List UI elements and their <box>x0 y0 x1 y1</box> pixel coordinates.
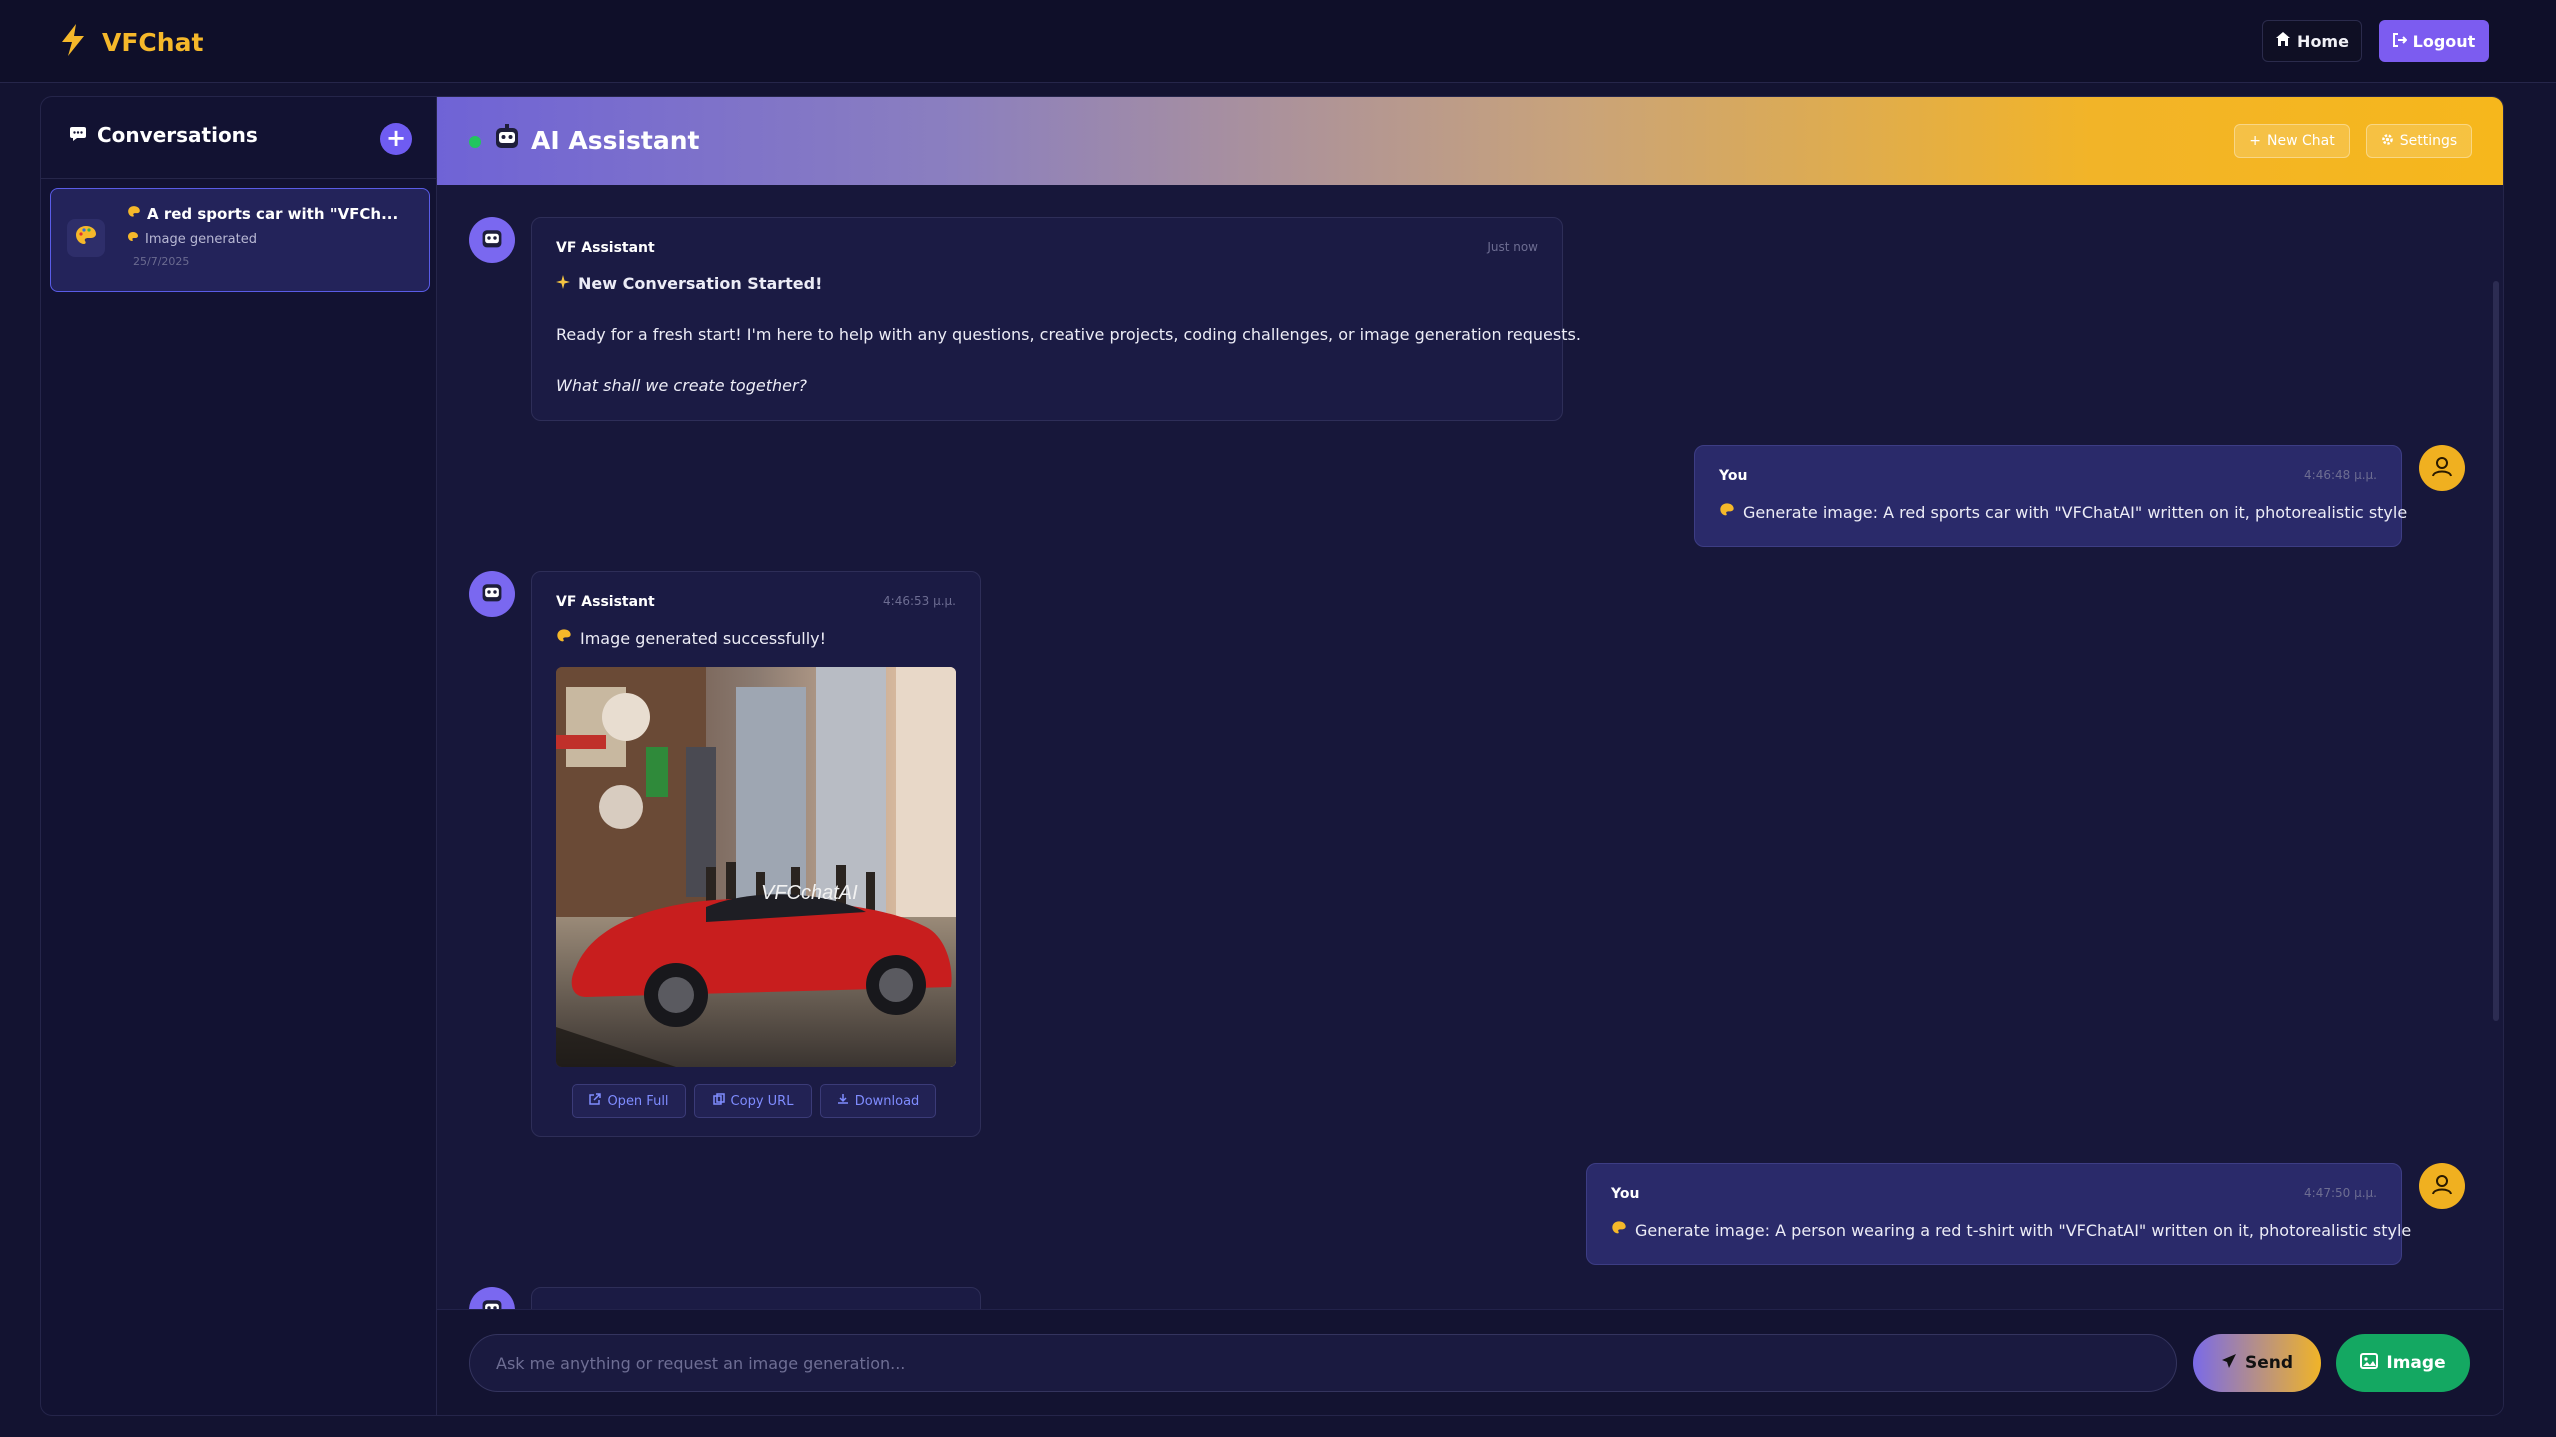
conversation-item[interactable]: A red sports car with "VFCh... Image gen… <box>50 188 430 292</box>
sidebar-header: Conversations + <box>41 97 436 179</box>
robot-icon <box>480 580 504 608</box>
user-icon <box>2430 454 2454 482</box>
logout-icon <box>2392 32 2408 51</box>
message-text-content: Generate image: A red sports car with "V… <box>1743 502 2408 522</box>
message-text-content: Image generated successfully! <box>580 628 827 648</box>
chat-input[interactable] <box>469 1334 2177 1392</box>
sidebar-title-label: Conversations <box>97 123 258 147</box>
message-text-content: Generate image: A person wearing a red t… <box>1635 1220 2412 1240</box>
home-icon <box>2275 31 2291 51</box>
download-icon <box>837 1093 849 1109</box>
assistant-avatar <box>469 1287 515 1309</box>
copy-icon <box>712 1093 725 1109</box>
conversation-date: 25/7/2025 <box>133 255 190 268</box>
chat-bubble-icon <box>69 123 87 147</box>
external-link-icon <box>589 1093 602 1109</box>
home-button[interactable]: Home <box>2262 20 2362 62</box>
settings-button[interactable]: Settings <box>2366 124 2472 158</box>
download-label: Download <box>854 1093 920 1109</box>
user-message: You 4:46:48 μ.μ. Generate image: A red s… <box>1694 445 2407 547</box>
generated-image[interactable]: VFCchatAI <box>556 667 956 1067</box>
image-icon <box>2360 1352 2379 1374</box>
lightning-icon <box>58 22 88 62</box>
online-status-indicator <box>469 136 481 148</box>
logout-button[interactable]: Logout <box>2379 20 2489 62</box>
assistant-avatar <box>469 217 515 263</box>
car-decal-text: VFCchatAI <box>761 882 858 904</box>
user-message: You 4:47:50 μ.μ. Generate image: A perso… <box>1586 1163 2411 1265</box>
home-label: Home <box>2297 31 2349 51</box>
brand[interactable]: VFChat <box>58 22 203 62</box>
message-sender: VF Assistant <box>556 594 655 610</box>
gear-icon <box>2381 133 2394 150</box>
message-sender: VF Assistant <box>556 240 655 256</box>
copy-url-button[interactable]: Copy URL <box>694 1084 812 1118</box>
message-list[interactable]: VF Assistant Just now New Conversation S… <box>437 185 2503 1309</box>
message-sender: You <box>1719 468 1748 484</box>
add-conversation-button[interactable]: + <box>380 123 412 155</box>
brand-name: VFChat <box>102 27 204 57</box>
image-button[interactable]: Image <box>2336 1334 2470 1392</box>
assistant-message: VF Assistant Just now New Conversation S… <box>531 217 1581 421</box>
send-label: Send <box>2244 1353 2294 1373</box>
assistant-message: VF Assistant 4:46:53 μ.μ. Image generate… <box>531 571 981 1137</box>
sidebar-title: Conversations <box>69 123 258 147</box>
scrollbar[interactable] <box>2493 281 2499 1021</box>
message-time: 4:47:50 μ.μ. <box>2304 1186 2377 1200</box>
palette-icon <box>1611 1220 1627 1240</box>
logout-label: Logout <box>2412 31 2476 51</box>
image-label: Image <box>2386 1353 2446 1373</box>
palette-icon <box>74 224 98 252</box>
message-time: 4:46:53 μ.μ. <box>883 594 956 608</box>
message-time: Just now <box>1487 240 1538 254</box>
user-avatar <box>2419 1163 2465 1209</box>
sparkles-icon <box>556 274 570 293</box>
message-text: Image generated successfully! <box>556 628 826 648</box>
assistant-title: AI Assistant <box>493 123 699 157</box>
open-full-label: Open Full <box>607 1093 669 1109</box>
palette-icon <box>556 628 572 648</box>
palette-icon <box>127 205 141 223</box>
assistant-message <box>531 1287 981 1309</box>
robot-icon <box>480 226 504 254</box>
new-chat-label: New Chat <box>2267 133 2335 149</box>
message-body: Ready for a fresh start! I'm here to hel… <box>556 325 1581 344</box>
download-button[interactable]: Download <box>820 1084 936 1118</box>
conversation-subtitle: Image generated <box>127 231 257 247</box>
conversation-title: A red sports car with "VFCh... <box>127 205 398 223</box>
settings-label: Settings <box>2399 133 2458 149</box>
conversation-title-text: A red sports car with "VFCh... <box>147 205 399 223</box>
palette-icon <box>1719 502 1735 522</box>
chat-panel: AI Assistant + New Chat Settings VF Assi… <box>436 96 2504 1416</box>
conversation-avatar <box>67 219 105 257</box>
message-footer: What shall we create together? <box>556 376 808 395</box>
message-title: New Conversation Started! <box>556 274 822 293</box>
chat-header: AI Assistant + New Chat Settings <box>437 97 2503 185</box>
conversation-subtitle-text: Image generated <box>145 231 257 247</box>
robot-icon <box>480 1296 504 1309</box>
assistant-title-text: AI Assistant <box>531 125 700 155</box>
message-sender: You <box>1611 1186 1640 1202</box>
message-title-text: New Conversation Started! <box>578 274 823 293</box>
user-icon <box>2430 1172 2454 1200</box>
input-bar: Send Image <box>437 1309 2503 1415</box>
message-text: Generate image: A person wearing a red t… <box>1611 1220 2411 1240</box>
top-navbar: VFChat Home Logout <box>0 0 2556 83</box>
message-text: Generate image: A red sports car with "V… <box>1719 502 2407 522</box>
open-full-button[interactable]: Open Full <box>572 1084 686 1118</box>
paper-plane-icon <box>2221 1353 2237 1374</box>
new-chat-button[interactable]: + New Chat <box>2234 124 2350 158</box>
copy-url-label: Copy URL <box>730 1093 794 1109</box>
message-time: 4:46:48 μ.μ. <box>2304 468 2377 482</box>
palette-icon <box>127 231 139 247</box>
conversations-sidebar: Conversations + A red sports car with "V… <box>40 96 436 1416</box>
assistant-avatar <box>469 571 515 617</box>
robot-icon <box>493 123 521 157</box>
user-avatar <box>2419 445 2465 491</box>
send-button[interactable]: Send <box>2193 1334 2321 1392</box>
plus-icon: + <box>2249 133 2262 149</box>
